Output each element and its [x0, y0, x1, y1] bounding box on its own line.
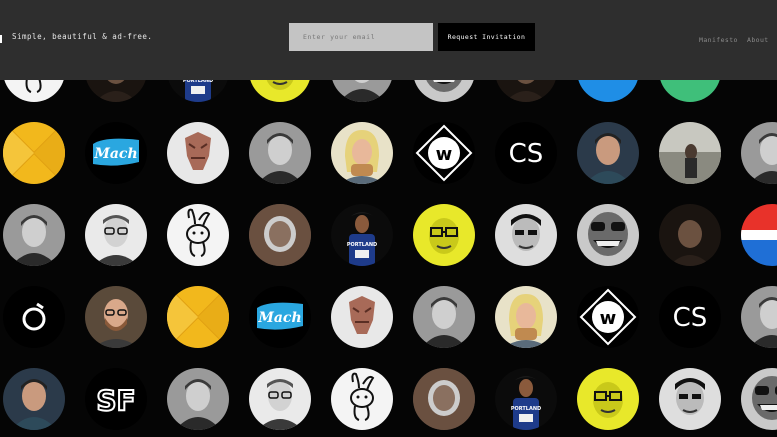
avatar-w-logo: w: [577, 286, 639, 348]
avatar-photo-lake: [659, 122, 721, 184]
request-invitation-button[interactable]: Request Invitation: [438, 23, 535, 51]
avatar-yellow-face: [413, 204, 475, 266]
svg-text:w: w: [436, 144, 453, 165]
avatar-grinning-face: [741, 368, 777, 430]
avatar-photo-bw-man: [413, 286, 475, 348]
avatar-bw-mirror: [249, 204, 311, 266]
avatar-yellow-x: [3, 122, 65, 184]
avatar-photo-bw-man: [3, 204, 65, 266]
avatar-blonde-woman: [495, 286, 557, 348]
avatar-photo-dark: [659, 204, 721, 266]
email-input[interactable]: [289, 23, 433, 51]
top-bar: Simple, beautiful & ad-free. Request Inv…: [0, 0, 777, 80]
avatar-yellow-x: [167, 286, 229, 348]
svg-text:Mach: Mach: [257, 310, 301, 326]
avatar-grinning-face: [577, 204, 639, 266]
avatar-mach-logo: Mach: [85, 122, 147, 184]
avatar-photo-man: [3, 368, 65, 430]
avatar-blonde-woman: [331, 122, 393, 184]
avatar-sf-logo: SF: [85, 368, 147, 430]
avatar-photo-bearded-man: [85, 286, 147, 348]
tagline: Simple, beautiful & ad-free.: [12, 32, 153, 41]
avatar-photo-asian-man: [659, 368, 721, 430]
avatar-photo-bw-man: [741, 286, 777, 348]
nav-manifesto-link[interactable]: Manifesto: [699, 36, 738, 44]
avatar-cs-logo: CS: [659, 286, 721, 348]
avatar-mask-figure: [331, 286, 393, 348]
avatar-cs-logo: CS: [495, 122, 557, 184]
svg-text:PORTLAND: PORTLAND: [511, 406, 541, 412]
svg-text:CS: CS: [509, 139, 544, 169]
avatar-cartoon-bunny: [331, 368, 393, 430]
avatar-photo-bw-man: [741, 122, 777, 184]
avatar-photo-man: [577, 122, 639, 184]
nav-about-link[interactable]: About: [747, 36, 769, 44]
avatar-runner: PORTLAND: [495, 368, 557, 430]
avatar-w-logo: w: [413, 122, 475, 184]
avatar-o-logo: [3, 286, 65, 348]
svg-text:CS: CS: [673, 303, 708, 333]
avatar-bw-mirror: [413, 368, 475, 430]
avatar-photo-asian-man: [495, 204, 557, 266]
avatar-yellow-face: [577, 368, 639, 430]
avatar-red-blue: [741, 204, 777, 266]
avatar-mask-figure: [167, 122, 229, 184]
svg-text:PORTLAND: PORTLAND: [347, 242, 377, 248]
avatar-cartoon-bunny: [167, 204, 229, 266]
avatar-runner: PORTLAND: [331, 204, 393, 266]
left-edge-marker: [0, 35, 2, 43]
svg-text:SF: SF: [96, 384, 135, 417]
avatar-photo-glasses-man: [249, 368, 311, 430]
svg-text:Mach: Mach: [93, 146, 137, 162]
avatar-photo-bw-man: [167, 368, 229, 430]
avatar-photo-bw-man: [249, 122, 311, 184]
avatar-photo-glasses-man: [85, 204, 147, 266]
svg-text:w: w: [600, 308, 617, 329]
avatar-mach-logo: Mach: [249, 286, 311, 348]
